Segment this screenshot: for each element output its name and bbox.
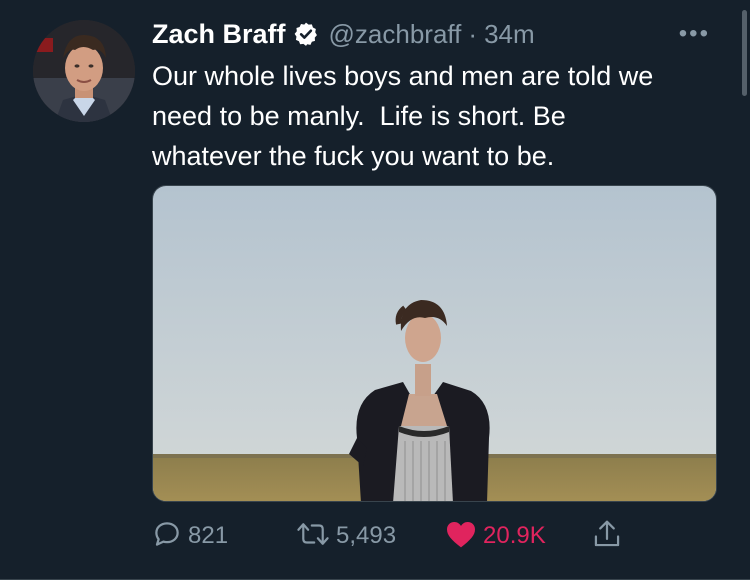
reply-count: 821 xyxy=(188,522,229,549)
tweet-media-image[interactable] xyxy=(152,185,717,502)
like-button[interactable]: 20.9K xyxy=(445,515,546,557)
tweet-timestamp[interactable]: 34m xyxy=(484,19,535,50)
separator-dot: · xyxy=(468,18,478,49)
share-button[interactable] xyxy=(592,515,622,557)
avatar[interactable] xyxy=(33,20,135,122)
tweet[interactable]: Zach Braff @zachbraff · 34m ••• Our whol… xyxy=(0,0,750,580)
scrollbar-thumb[interactable] xyxy=(742,10,747,96)
retweet-button[interactable]: 5,493 xyxy=(296,515,396,557)
tweet-text-line: Our whole lives boys and men are told we xyxy=(152,61,654,91)
author-name[interactable]: Zach Braff xyxy=(152,19,286,50)
tweet-actions: 821 5,493 20.9K xyxy=(152,515,712,557)
tweet-text: Our whole lives boys and men are told we… xyxy=(152,56,727,176)
reply-icon xyxy=(152,519,182,554)
author-handle[interactable]: @zachbraff xyxy=(329,19,462,50)
verified-badge-icon xyxy=(293,21,319,47)
tweet-text-line: need to be manly. Life is short. Be xyxy=(152,101,566,131)
tweet-text-line: whatever the fuck you want to be. xyxy=(152,141,555,171)
more-options-icon[interactable]: ••• xyxy=(679,20,710,48)
retweet-count: 5,493 xyxy=(336,522,397,549)
like-count: 20.9K xyxy=(483,522,546,549)
reply-button[interactable]: 821 xyxy=(152,515,228,557)
heart-icon xyxy=(445,519,477,554)
tweet-header: Zach Braff @zachbraff · 34m xyxy=(152,14,535,54)
avatar-photo xyxy=(33,20,135,122)
share-icon xyxy=(592,518,622,555)
photo-person-in-field xyxy=(153,186,716,501)
retweet-icon xyxy=(296,519,330,554)
